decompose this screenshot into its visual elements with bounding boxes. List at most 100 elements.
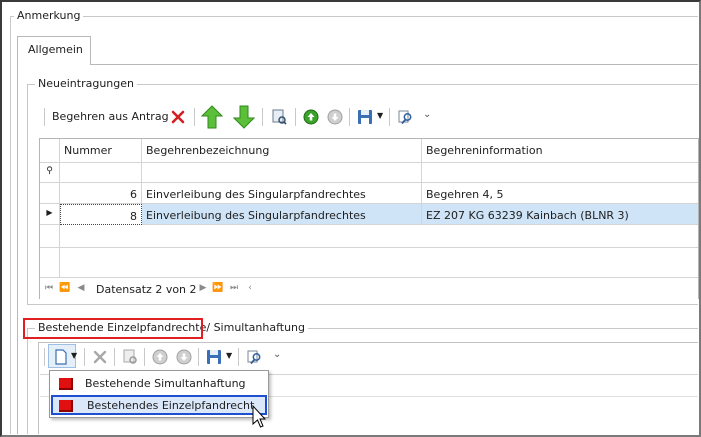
document-search-icon [272, 109, 287, 125]
preview-button-disabled[interactable] [120, 347, 140, 367]
pin-icon: ⚲ [46, 166, 53, 176]
anmerkung-group-line [10, 16, 698, 17]
up-button-disabled[interactable] [150, 347, 170, 367]
row-indicator-column [40, 225, 60, 278]
filter-cell-information[interactable] [422, 163, 698, 183]
arrow-up-green-icon [201, 105, 223, 129]
mouse-cursor-icon [252, 405, 266, 428]
tab-allgemein[interactable]: Allgemein [17, 36, 91, 64]
callout-highlight-box [23, 318, 203, 339]
anmerkung-title: Anmerkung [14, 9, 84, 22]
toolbar-separator [114, 348, 115, 366]
arrow-down-green-icon [233, 105, 255, 129]
navigator-text: Datensatz 2 von 2 [96, 283, 197, 296]
toolbar-grip [44, 108, 45, 126]
begehren-grid: Nummer Begehrenbezeichnung Begehreninfor… [39, 138, 699, 299]
toolbar-separator [389, 108, 390, 126]
document-search-icon [123, 349, 137, 364]
toolbar-separator [295, 108, 296, 126]
row-indicator[interactable] [40, 183, 60, 204]
column-header-nummer[interactable]: Nummer [60, 139, 142, 163]
save-button[interactable] [204, 347, 224, 367]
move-down-button[interactable] [232, 104, 256, 130]
begehren-aus-antrag-button[interactable]: Begehren aus Antrag [52, 110, 169, 123]
filter-cell-nummer[interactable] [60, 163, 142, 183]
toolbar-separator [144, 348, 145, 366]
tab-page-border [17, 64, 698, 65]
circle-down-grey-icon [327, 109, 343, 125]
menu-item-label: Bestehendes Einzelpfandrecht [87, 399, 255, 412]
chevron-down-icon[interactable]: ⌄ [423, 109, 431, 120]
next-page-icon[interactable]: ⏩ [212, 282, 224, 294]
circle-up-green-icon [303, 109, 319, 125]
toolbar-separator [349, 108, 350, 126]
first-record-icon[interactable]: ⏮ [43, 282, 55, 294]
table-row-2-information[interactable]: EZ 207 KG 63239 Kainbach (BLNR 3) [422, 204, 698, 225]
toolbar-separator [84, 348, 85, 366]
row-indicator-current[interactable]: ▶ [40, 204, 60, 225]
new-dropdown-arrow-icon[interactable]: ▼ [71, 351, 77, 360]
circle-up-grey-icon [152, 349, 168, 365]
floppy-disk-icon [358, 110, 372, 124]
red-square-icon [59, 400, 73, 412]
bestehende-group-left [27, 328, 28, 434]
toolbar-separator [262, 108, 263, 126]
column-header-begehrenbezeichnung[interactable]: Begehrenbezeichnung [142, 139, 422, 163]
anmerkung-group-border [10, 16, 11, 434]
save-dropdown-arrow-icon[interactable]: ▼ [377, 111, 383, 120]
neueintragungen-group-bottom [27, 304, 698, 305]
menu-item-bestehendes-einzelpfandrecht[interactable]: Bestehendes Einzelpfandrecht [51, 395, 267, 415]
prev-page-icon[interactable]: ⏪ [59, 282, 71, 294]
green-up-button[interactable] [301, 107, 321, 127]
column-header-begehreninformation[interactable]: Begehreninformation [422, 139, 698, 163]
search-document-icon [247, 350, 261, 365]
record-navigator: ⏮ ⏪ ◀ Datensatz 2 von 2 ▶ ⏩ ⏭ ‹ [40, 277, 698, 299]
filter-row-indicator: ⚲ [40, 163, 60, 183]
grid-corner [40, 139, 60, 163]
delete-button[interactable] [168, 107, 188, 127]
table-row-2-nummer[interactable]: 8 [60, 204, 142, 225]
new-document-button[interactable] [51, 347, 71, 367]
grey-down-button[interactable] [325, 107, 345, 127]
neueintragungen-title: Neueintragungen [35, 77, 137, 90]
toolbar-grip [44, 348, 45, 366]
table-row-2-bezeichnung[interactable]: Einverleibung des Singularpfandrechtes [142, 204, 422, 225]
last-record-icon[interactable]: ⏭ [228, 282, 240, 294]
bestehende-title-part2: Simultanhaftung [213, 321, 306, 334]
red-square-icon [59, 378, 73, 390]
tab-allgemein-label: Allgemein [28, 43, 83, 56]
grid-empty-line [40, 247, 698, 248]
move-up-button[interactable] [200, 104, 224, 130]
search-button[interactable] [245, 347, 265, 367]
current-row-arrow-icon: ▶ [46, 208, 53, 217]
neueintragungen-toolbar: Begehren aus Antrag ▼ ⌄ [40, 104, 440, 130]
table-row-1-bezeichnung[interactable]: Einverleibung des Singularpfandrechtes [142, 183, 422, 204]
toolbar-separator [194, 108, 195, 126]
menu-item-label: Bestehende Simultanhaftung [85, 377, 246, 390]
down-button-disabled[interactable] [174, 347, 194, 367]
prev-record-icon[interactable]: ◀ [75, 282, 87, 294]
scroll-left-icon[interactable]: ‹ [244, 282, 256, 294]
delete-button-disabled[interactable] [90, 347, 110, 367]
delete-x-icon [93, 350, 107, 364]
chevron-down-icon[interactable]: ⌄ [273, 349, 281, 360]
neueintragungen-group-left [27, 84, 28, 304]
delete-x-icon [171, 110, 185, 124]
table-row-1-information[interactable]: Begehren 4, 5 [422, 183, 698, 204]
bestehende-title-separator: / [206, 321, 211, 334]
next-record-icon[interactable]: ▶ [197, 282, 209, 294]
search-button[interactable] [396, 107, 416, 127]
floppy-disk-icon [207, 350, 221, 364]
new-item-dropdown-menu: Bestehende Simultanhaftung Bestehendes E… [49, 370, 269, 418]
bestehende-toolbar: ▼ ▼ ⌄ [40, 344, 300, 370]
save-button[interactable] [355, 107, 375, 127]
table-row-1-nummer[interactable]: 6 [60, 183, 142, 204]
menu-item-bestehende-simultanhaftung[interactable]: Bestehende Simultanhaftung [51, 373, 267, 393]
preview-button[interactable] [269, 107, 289, 127]
save-dropdown-arrow-icon[interactable]: ▼ [226, 351, 232, 360]
circle-down-grey-icon [176, 349, 192, 365]
toolbar-separator [198, 348, 199, 366]
search-document-icon [398, 110, 412, 125]
filter-cell-bezeichnung[interactable] [142, 163, 422, 183]
new-document-icon [55, 349, 67, 365]
